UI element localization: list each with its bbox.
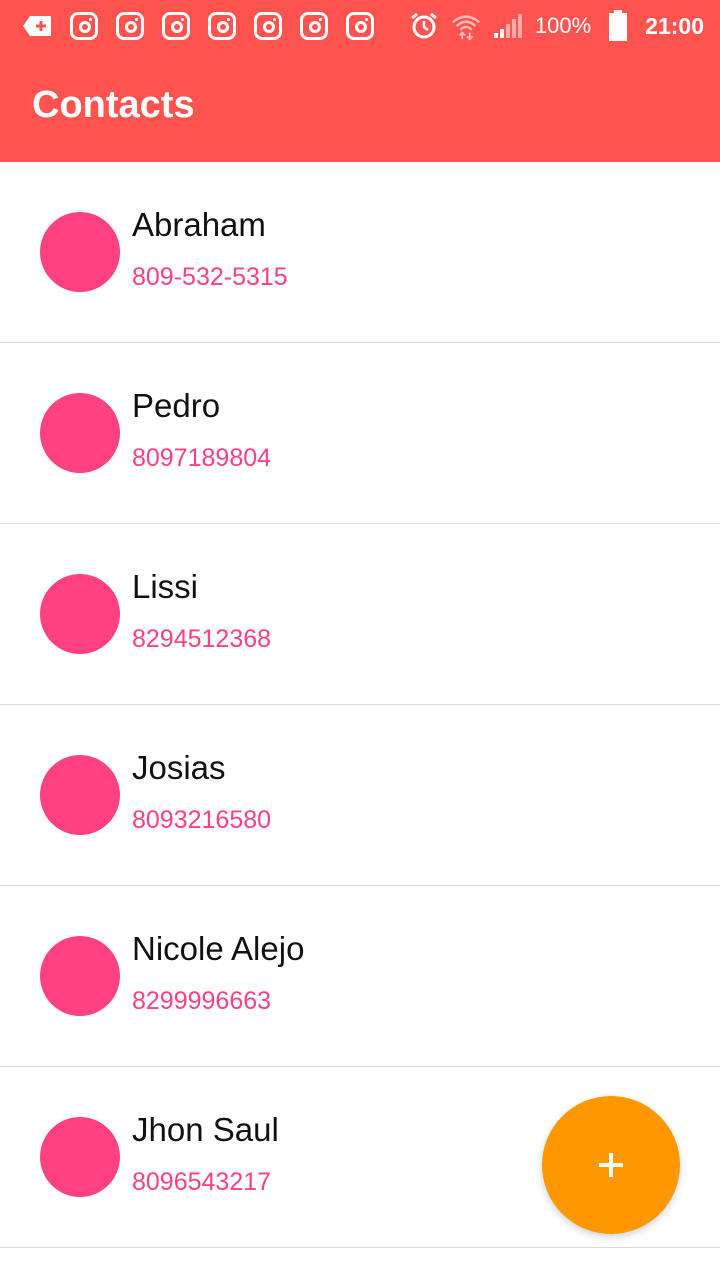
contact-name: Abraham	[132, 206, 266, 243]
instagram-icon	[116, 12, 144, 40]
alarm-icon	[409, 11, 439, 41]
notification-icons	[0, 11, 374, 41]
wifi-icon	[451, 11, 481, 41]
page-title: Contacts	[32, 83, 195, 126]
battery-icon	[603, 10, 633, 41]
battery-percent: 100%	[534, 13, 592, 38]
instagram-icon	[300, 12, 328, 40]
contact-phone: 809-532-5315	[132, 263, 288, 291]
contact-name: Pedro	[132, 387, 221, 424]
contact-name: Jhon Saul	[132, 1111, 279, 1148]
contact-name: Josias	[132, 749, 226, 786]
instagram-icon	[254, 12, 282, 40]
contact-row[interactable]: Nicole Alejo 8299996663	[0, 886, 720, 1067]
contact-list: Abraham 809-532-5315 Pedro 8097189804 Li…	[0, 162, 720, 1248]
contact-name: Nicole Alejo	[132, 930, 305, 967]
avatar	[40, 393, 120, 473]
plus-icon	[599, 1153, 623, 1177]
contact-row[interactable]: Josias 8093216580	[0, 705, 720, 886]
clock: 21:00	[645, 12, 704, 39]
contact-row[interactable]: Abraham 809-532-5315	[0, 162, 720, 343]
contact-phone: 8294512368	[132, 625, 272, 653]
app-bar: Contacts	[0, 52, 720, 162]
avatar	[40, 574, 120, 654]
instagram-icon	[208, 12, 236, 40]
contact-name: Lissi	[132, 568, 199, 605]
system-status: 100% 21:00	[409, 0, 704, 52]
add-to-queue-icon	[22, 11, 52, 41]
instagram-icon	[162, 12, 190, 40]
contact-phone: 8097189804	[132, 444, 272, 472]
add-contact-button[interactable]	[542, 1096, 680, 1234]
avatar	[40, 212, 120, 292]
avatar	[40, 1117, 120, 1197]
contact-phone: 8093216580	[132, 806, 272, 834]
avatar	[40, 936, 120, 1016]
contact-phone: 8096543217	[132, 1168, 272, 1196]
cellular-signal-icon	[493, 11, 523, 41]
instagram-icon	[346, 12, 374, 40]
contact-row[interactable]: Pedro 8097189804	[0, 343, 720, 524]
contact-phone: 8299996663	[132, 987, 272, 1015]
avatar	[40, 755, 120, 835]
contact-row[interactable]: Lissi 8294512368	[0, 524, 720, 705]
instagram-icon	[70, 12, 98, 40]
status-bar: 100% 21:00	[0, 0, 720, 52]
